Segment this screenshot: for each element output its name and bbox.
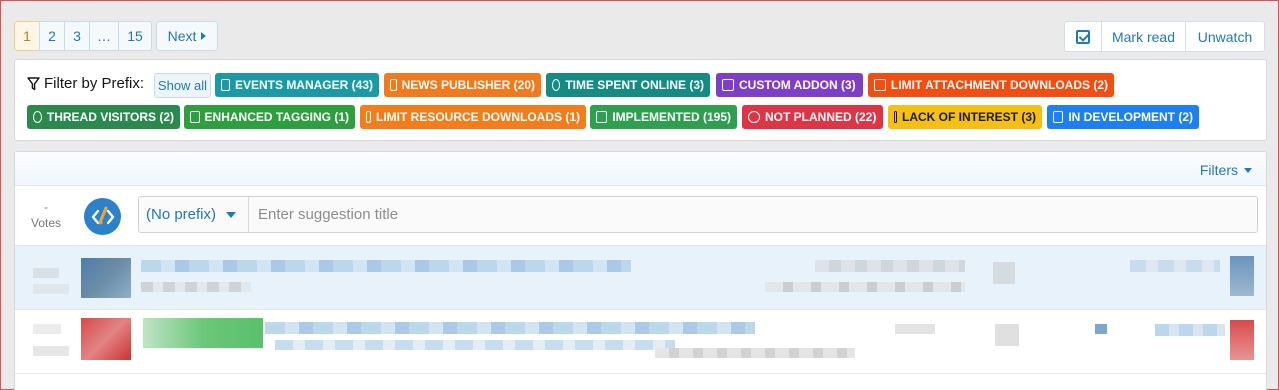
newspaper-icon bbox=[390, 79, 397, 91]
filters-dropdown-button[interactable]: Filters bbox=[1200, 162, 1252, 178]
votes-label: Votes bbox=[30, 216, 62, 230]
list-item[interactable] bbox=[15, 310, 1266, 374]
page-ellipsis-button[interactable]: … bbox=[89, 21, 119, 51]
new-suggestion-row: - Votes (No prefix) bbox=[15, 186, 1266, 246]
suggestion-list: Filters - Votes (No prefix) bbox=[14, 151, 1267, 390]
tags-icon bbox=[190, 111, 200, 123]
redacted-avatar bbox=[81, 318, 131, 360]
redacted-meta bbox=[1155, 324, 1225, 336]
paperclip-icon bbox=[874, 79, 886, 91]
select-toggle-button[interactable] bbox=[1064, 21, 1102, 52]
prefix-tag-custom-addon[interactable]: CUSTOM ADDON (3) bbox=[716, 73, 863, 97]
avatar[interactable] bbox=[84, 198, 121, 235]
next-label: Next bbox=[167, 28, 197, 44]
votes-value: - bbox=[44, 200, 48, 214]
filter-by-prefix-label: Filter by Prefix: bbox=[27, 75, 144, 92]
arrow-down-icon bbox=[366, 111, 371, 123]
list-header: Filters bbox=[15, 152, 1266, 186]
prefix-tag-events-manager[interactable]: EVENTS MANAGER (43) bbox=[215, 73, 379, 97]
page-1-button[interactable]: 1 bbox=[14, 21, 40, 51]
tag-label: LACK OF INTEREST (3) bbox=[902, 110, 1036, 124]
filters-label: Filters bbox=[1199, 162, 1238, 178]
redacted-title bbox=[141, 260, 631, 272]
thumbs-down-icon bbox=[894, 111, 897, 123]
filter-label-text: Filter by Prefix: bbox=[44, 75, 145, 92]
page-3-button[interactable]: 3 bbox=[64, 21, 90, 51]
redacted-block bbox=[895, 324, 935, 334]
caret-down-icon bbox=[1244, 167, 1252, 173]
prefix-tag-implemented[interactable]: IMPLEMENTED (195) bbox=[590, 105, 737, 129]
code-icon bbox=[1053, 111, 1064, 123]
redacted-avatar bbox=[1230, 320, 1254, 360]
prefix-tag-news-publisher[interactable]: NEWS PUBLISHER (20) bbox=[384, 73, 541, 97]
prefix-tag-limit-resource-downloads[interactable]: LIMIT RESOURCE DOWNLOADS (1) bbox=[360, 105, 586, 129]
prefix-tag-not-planned[interactable]: NOT PLANNED (22) bbox=[742, 105, 883, 129]
suggestion-input-group: (No prefix) bbox=[138, 196, 1258, 233]
suggestion-title-input[interactable] bbox=[249, 197, 1257, 232]
tag-label: IN DEVELOPMENT (2) bbox=[1068, 110, 1193, 124]
redacted-title bbox=[275, 340, 675, 350]
prefix-tag-thread-visitors[interactable]: THREAD VISITORS (2) bbox=[27, 105, 180, 129]
users-icon bbox=[33, 111, 42, 123]
prefix-tag-enhanced-tagging[interactable]: ENHANCED TAGGING (1) bbox=[184, 105, 355, 129]
prefix-tag-limit-attachment-downloads[interactable]: LIMIT ATTACHMENT DOWNLOADS (2) bbox=[868, 73, 1114, 97]
x-circle-icon bbox=[748, 111, 760, 123]
chevron-down-icon bbox=[226, 211, 237, 218]
redacted-block bbox=[33, 284, 69, 294]
code-brush-icon bbox=[91, 206, 114, 224]
prefix-filter-panel: Filter by Prefix: Show all EVENTS MANAGE… bbox=[14, 59, 1267, 141]
votes-counter: - Votes bbox=[29, 199, 63, 231]
page-15-button[interactable]: 15 bbox=[118, 21, 152, 51]
funnel-icon bbox=[27, 76, 40, 91]
redacted-meta bbox=[1130, 260, 1220, 272]
tag-label: CUSTOM ADDON (3) bbox=[739, 78, 856, 92]
inbox-icon bbox=[596, 111, 608, 123]
unwatch-button[interactable]: Unwatch bbox=[1185, 21, 1265, 52]
list-item[interactable] bbox=[15, 246, 1266, 310]
redacted-meta bbox=[815, 260, 965, 272]
redacted-avatar bbox=[1230, 256, 1254, 296]
checkbox-icon bbox=[1076, 29, 1090, 44]
redacted-block bbox=[33, 324, 61, 334]
redacted-meta bbox=[141, 282, 251, 292]
tag-label: NEWS PUBLISHER (20) bbox=[401, 78, 535, 92]
redacted-avatar bbox=[81, 258, 131, 298]
page-2-button[interactable]: 2 bbox=[39, 21, 65, 51]
prefix-tag-time-spent-online[interactable]: TIME SPENT ONLINE (3) bbox=[546, 73, 710, 97]
thread-actions: Mark read Unwatch bbox=[1064, 21, 1265, 52]
prefix-tag-lack-of-interest[interactable]: LACK OF INTEREST (3) bbox=[888, 105, 1042, 129]
pagination: 1 2 3 … 15 bbox=[14, 21, 152, 51]
prefix-select[interactable]: (No prefix) bbox=[139, 197, 249, 232]
clock-icon bbox=[552, 79, 561, 91]
tag-label: LIMIT RESOURCE DOWNLOADS (1) bbox=[376, 110, 580, 124]
redacted-meta bbox=[765, 282, 965, 292]
prefix-tag-in-development[interactable]: IN DEVELOPMENT (2) bbox=[1047, 105, 1199, 129]
tag-label: NOT PLANNED (22) bbox=[765, 110, 877, 124]
redacted-block bbox=[33, 346, 69, 356]
tag-label: THREAD VISITORS (2) bbox=[46, 110, 174, 124]
tag-label: ENHANCED TAGGING (1) bbox=[204, 110, 349, 124]
tag-label: EVENTS MANAGER (43) bbox=[234, 78, 373, 92]
tag-label: IMPLEMENTED (195) bbox=[612, 110, 731, 124]
prefix-select-value: (No prefix) bbox=[146, 206, 217, 223]
redacted-block bbox=[1095, 324, 1107, 334]
redacted-block bbox=[33, 268, 59, 278]
redacted-block bbox=[993, 262, 1015, 284]
redacted-title bbox=[265, 322, 755, 334]
redacted-block bbox=[995, 324, 1019, 346]
show-all-button[interactable]: Show all bbox=[154, 73, 211, 98]
redacted-meta bbox=[655, 348, 855, 358]
redacted-prefix bbox=[143, 318, 263, 348]
calendar-icon bbox=[221, 79, 230, 91]
tag-label: TIME SPENT ONLINE (3) bbox=[565, 78, 704, 92]
caret-right-icon bbox=[201, 32, 207, 40]
next-page-button[interactable]: Next bbox=[156, 21, 218, 51]
wrench-icon bbox=[722, 79, 734, 91]
mark-read-button[interactable]: Mark read bbox=[1101, 21, 1186, 52]
tag-label: LIMIT ATTACHMENT DOWNLOADS (2) bbox=[890, 78, 1108, 92]
